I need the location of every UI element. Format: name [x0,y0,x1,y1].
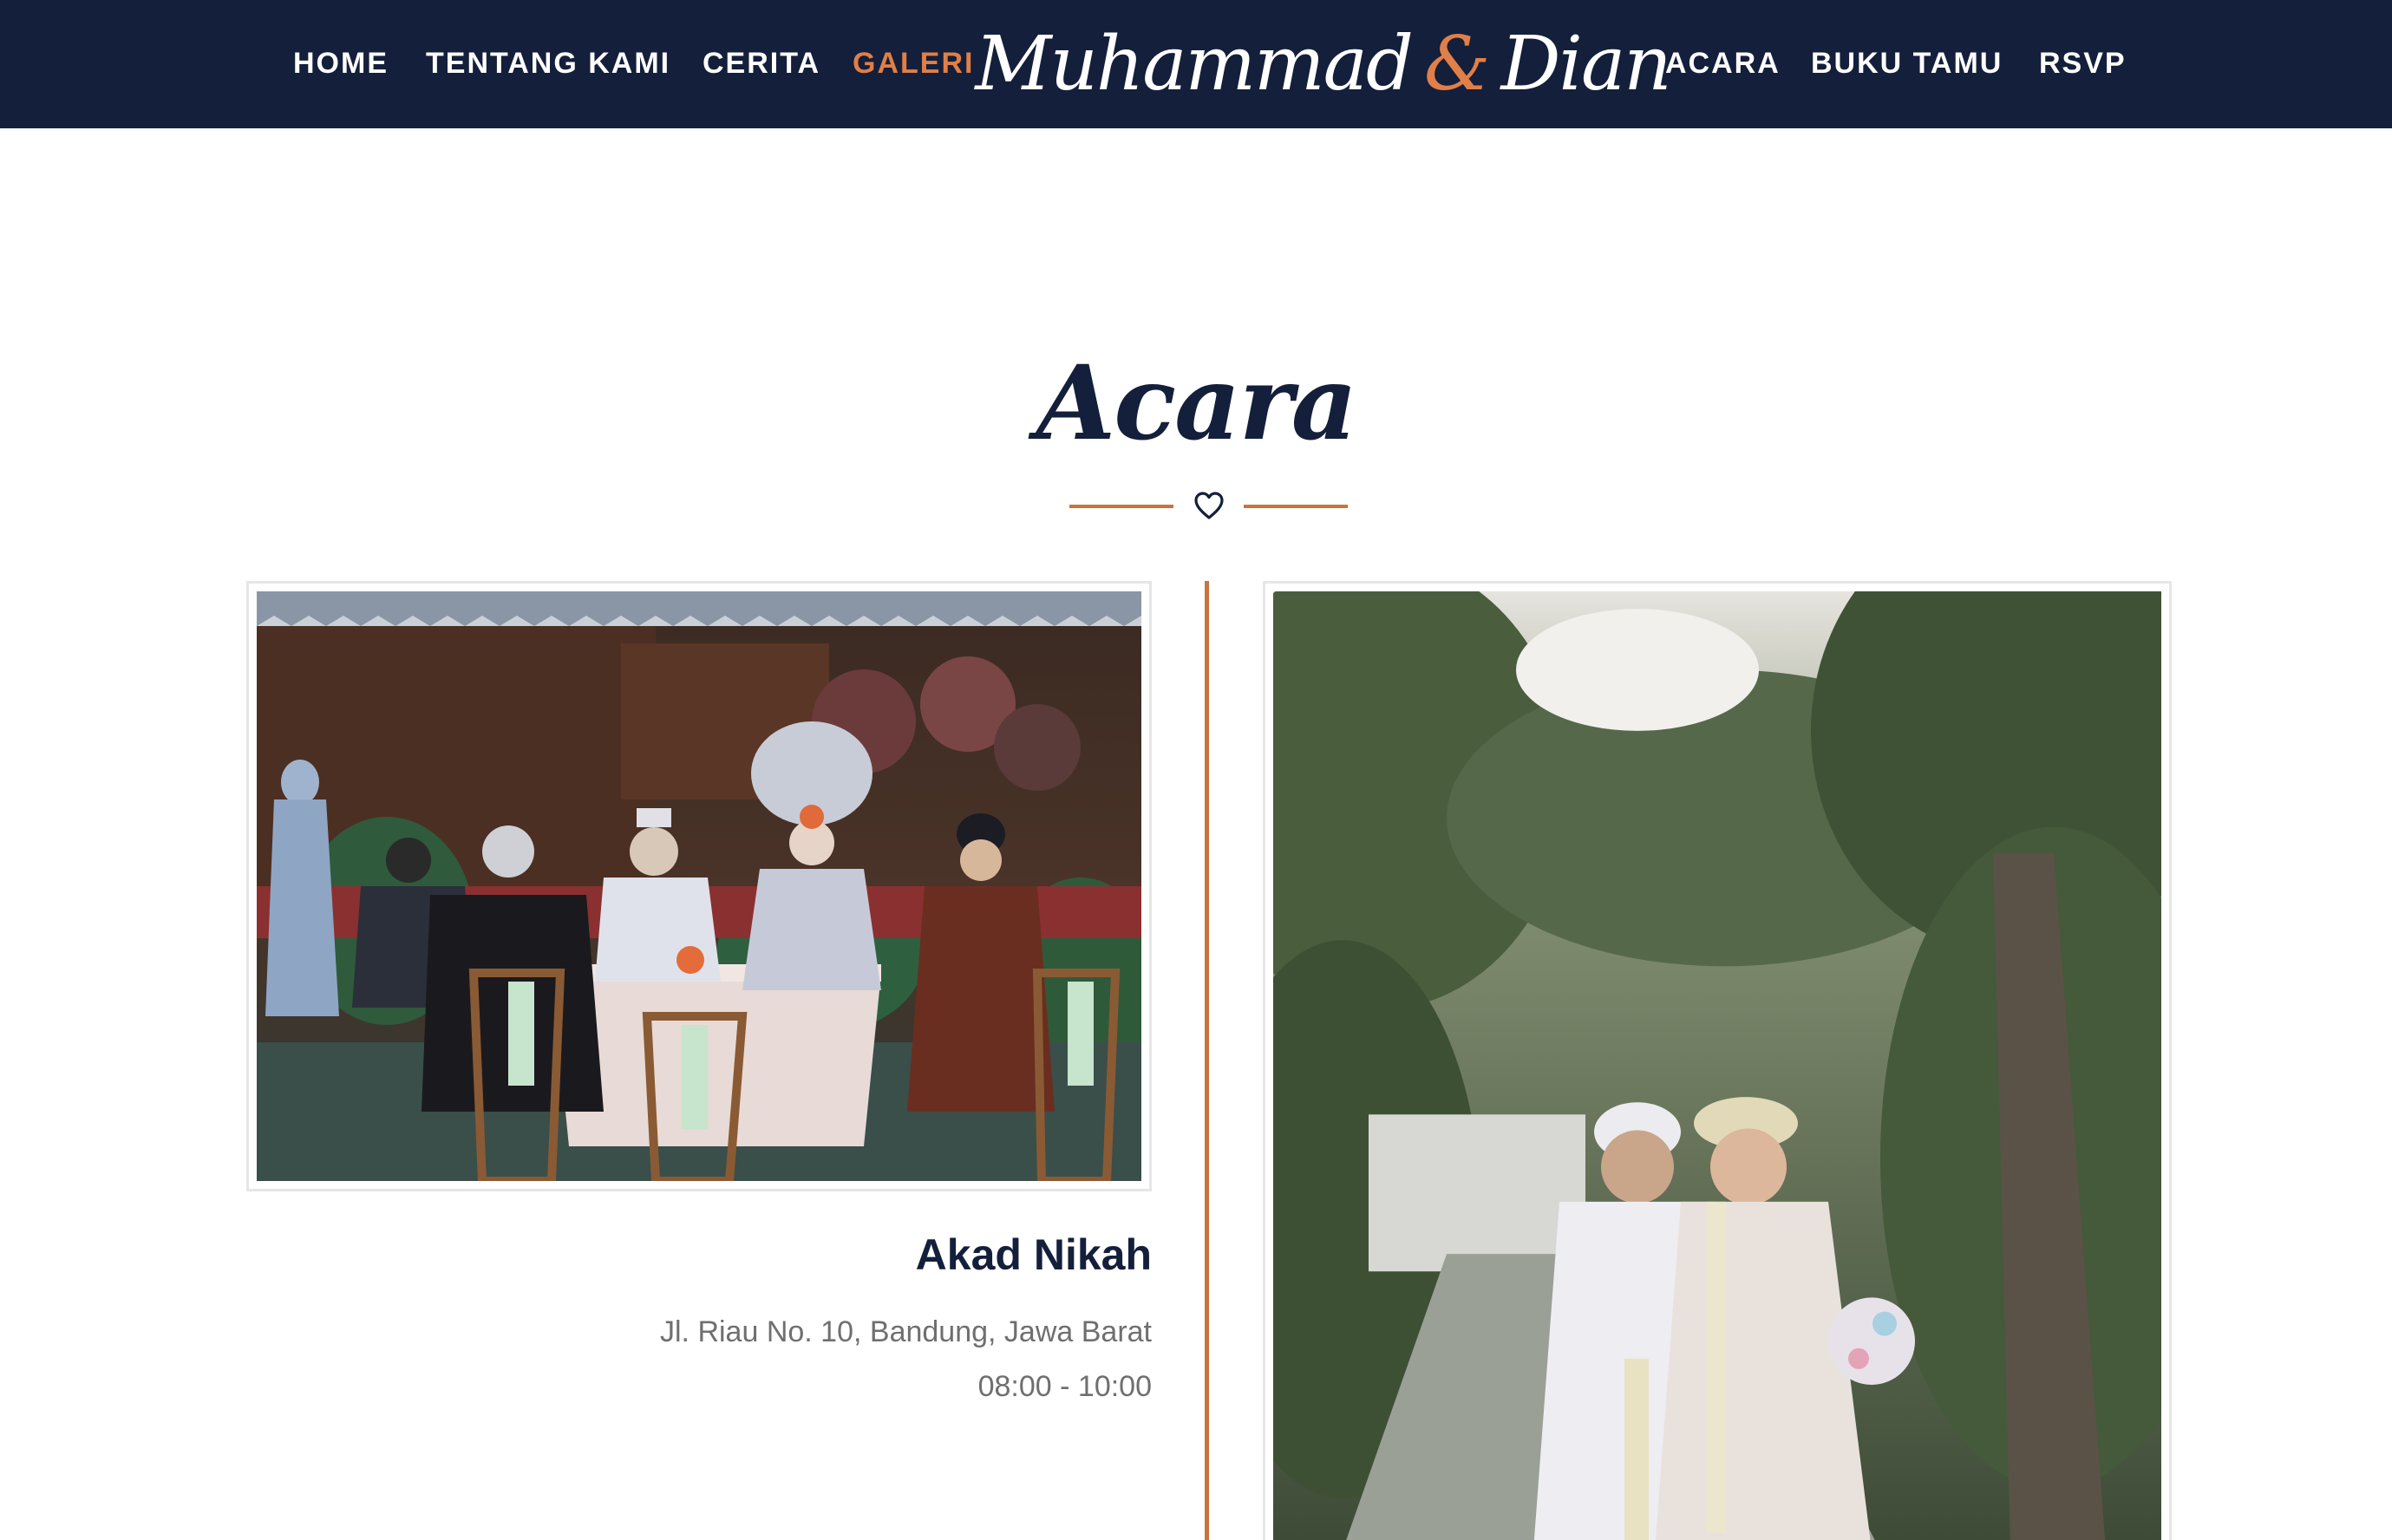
timeline-line [1205,581,1209,1540]
nav-acara[interactable]: ACARA [1665,42,1781,85]
top-navbar: HOME TENTANG KAMI CERITA GALERI Muhammad… [0,0,2392,128]
couple-photo-frame [1263,581,2172,1540]
divider-line-left [1069,505,1173,508]
nav-home[interactable]: HOME [293,42,389,85]
nav-buku-tamu[interactable]: BUKU TAMU [1811,42,2003,85]
event-address: Jl. Riau No. 10, Bandung, Jawa Barat [660,1315,1152,1348]
brand-name-groom: Muhammad [975,21,1414,108]
heart-outline-icon [1193,491,1225,520]
nav-rsvp[interactable]: RSVP [2039,42,2127,85]
divider-line-right [1244,505,1348,508]
brand-ampersand: & [1423,21,1491,108]
nav-tentang-kami[interactable]: TENTANG KAMI [426,42,670,85]
akad-photo-frame [246,581,1152,1191]
event-title-akad-nikah: Akad Nikah [915,1230,1152,1279]
section-title: Acara [1036,343,1358,463]
akad-ceremony-photo [257,591,1141,1181]
couple-garden-photo [1273,591,2161,1540]
event-time: 08:00 - 10:00 [977,1370,1152,1403]
brand-name-bride: Dian [1500,21,1671,108]
nav-galeri[interactable]: GALERI [853,42,974,85]
nav-cerita[interactable]: CERITA [703,42,820,85]
brand-logo[interactable]: Muhammad & Dian [975,12,1671,116]
